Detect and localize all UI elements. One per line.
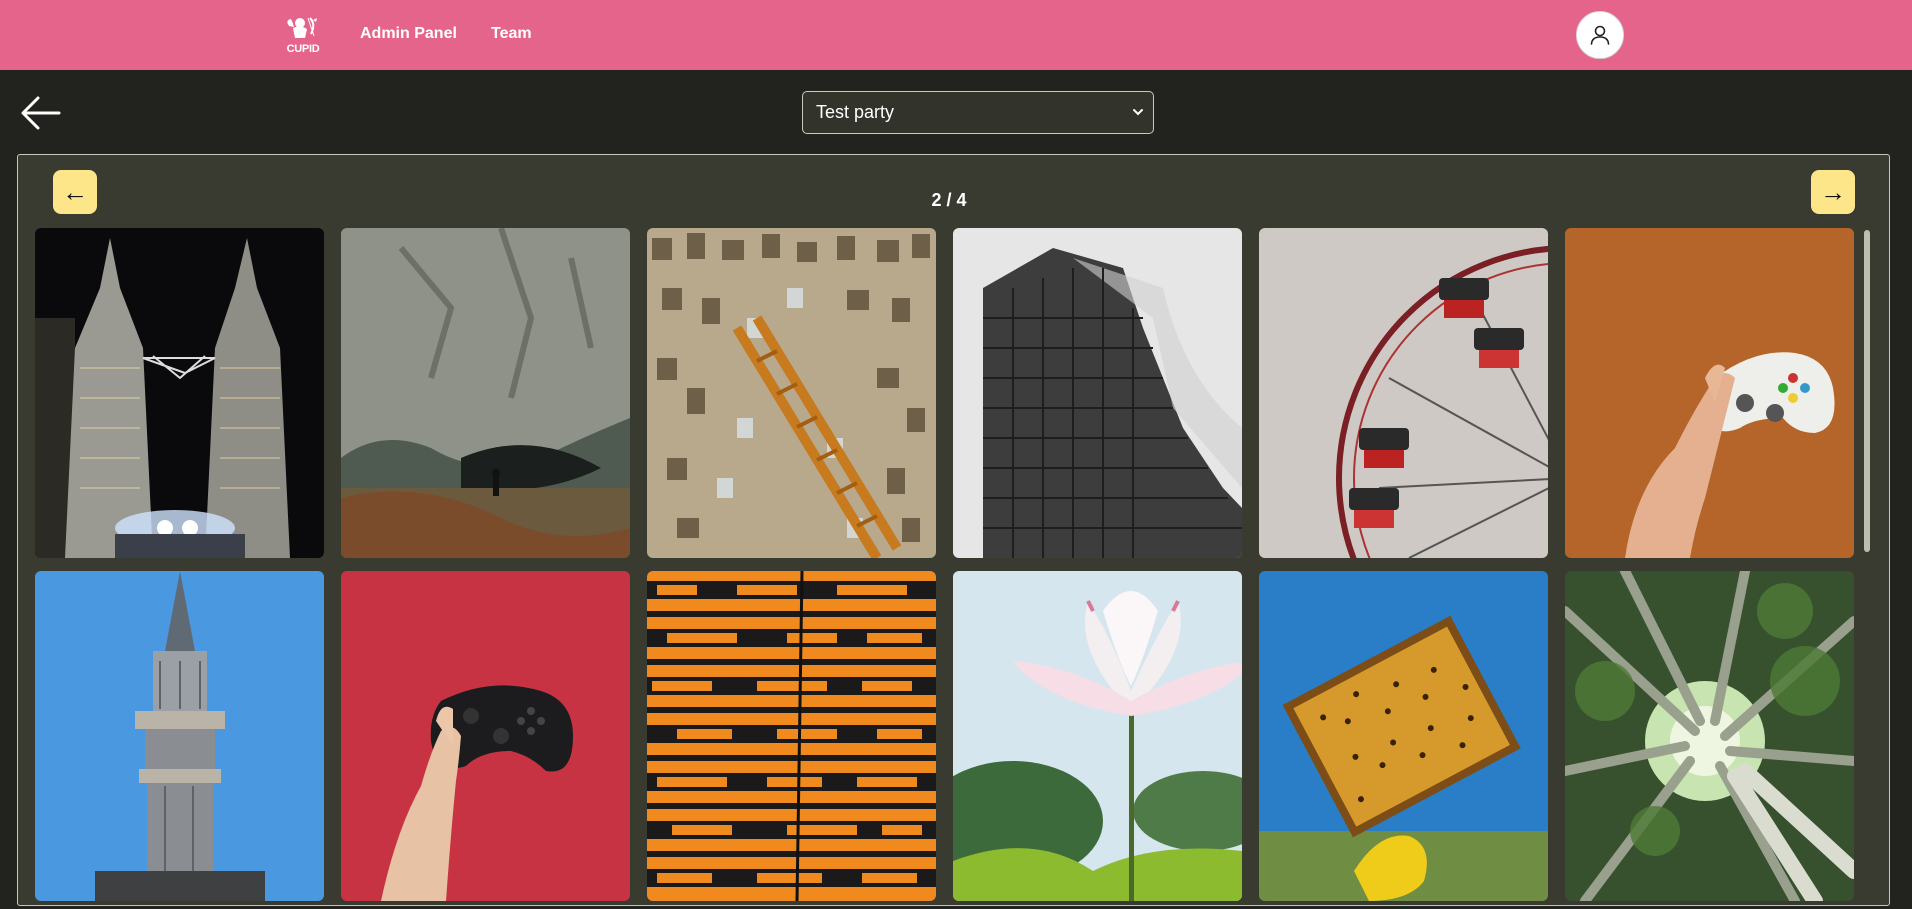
arrow-left-icon: ←	[62, 176, 88, 207]
arrow-left-icon	[21, 96, 61, 130]
gallery-image-white-gamepad[interactable]	[1565, 228, 1854, 558]
logo-text: CUPID	[286, 43, 320, 55]
gallery-panel: ← 2 / 4 →	[17, 154, 1890, 906]
gallery-image-lotus[interactable]	[953, 571, 1242, 901]
gallery-image-poster-wall[interactable]	[647, 571, 936, 901]
previous-page-button[interactable]: ←	[53, 170, 97, 214]
next-page-button[interactable]: →	[1811, 170, 1855, 214]
nav-admin-panel[interactable]: Admin Panel	[360, 25, 457, 43]
cupid-logo-icon	[287, 17, 317, 38]
page-indicator: 2 / 4	[931, 190, 967, 210]
party-select-value: Test party	[816, 102, 895, 122]
user-avatar-button[interactable]	[1576, 11, 1624, 59]
user-icon	[1590, 25, 1610, 45]
back-button[interactable]	[20, 94, 62, 132]
gallery-image-book-wall[interactable]	[647, 228, 936, 558]
gallery-scrollbar[interactable]	[1864, 230, 1870, 552]
top-navigation-bar: CUPID Admin Panel Team	[0, 0, 1912, 70]
image-grid	[35, 228, 1854, 901]
cupid-logo[interactable]: CUPID	[283, 14, 323, 56]
gallery-image-skyscraper[interactable]	[953, 228, 1242, 558]
chevron-down-icon	[1133, 109, 1143, 116]
gallery-image-twin-towers[interactable]	[35, 228, 324, 558]
gallery-image-black-gamepad[interactable]	[341, 571, 630, 901]
gallery-image-cave[interactable]	[341, 228, 630, 558]
party-select[interactable]: Test party	[802, 91, 1154, 134]
arrow-right-icon: →	[1820, 176, 1846, 207]
nav-team[interactable]: Team	[491, 25, 532, 43]
gallery-image-minaret[interactable]	[35, 571, 324, 901]
gallery-image-bamboo-forest[interactable]	[1565, 571, 1854, 901]
gallery-image-ferris-wheel[interactable]	[1259, 228, 1548, 558]
gallery-image-honeycomb[interactable]	[1259, 571, 1548, 901]
